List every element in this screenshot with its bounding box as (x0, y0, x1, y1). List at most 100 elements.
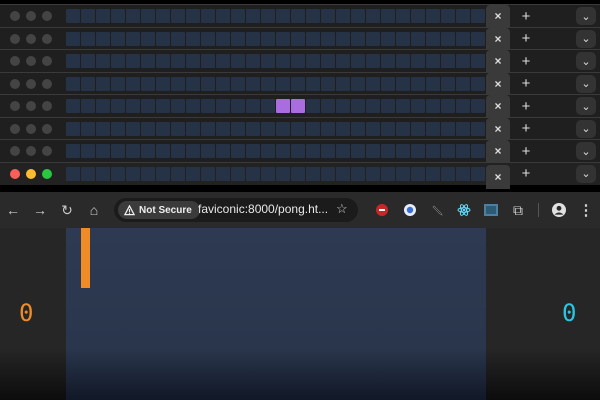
tab-tile[interactable] (441, 99, 455, 113)
close-tab-icon[interactable]: × (486, 50, 510, 72)
tab-tile[interactable] (336, 31, 350, 46)
tab-tile[interactable] (306, 54, 320, 68)
close-tab-icon[interactable]: × (486, 5, 510, 27)
tab-tile[interactable] (216, 121, 230, 136)
green-window-button[interactable] (42, 123, 52, 134)
tab-tile[interactable] (336, 76, 350, 91)
green-window-button[interactable] (42, 168, 52, 179)
tab-tile[interactable] (261, 99, 275, 113)
tab-tile[interactable] (306, 121, 320, 136)
tab-tile[interactable] (396, 99, 410, 113)
tab-tile[interactable] (321, 31, 335, 46)
green-window-button[interactable] (42, 146, 52, 156)
tab-tile[interactable] (396, 9, 410, 23)
back-icon[interactable]: ← (4, 201, 22, 219)
tab-tile[interactable] (66, 121, 80, 136)
tab-tile[interactable] (351, 144, 365, 158)
red-window-button[interactable] (10, 168, 20, 179)
tab-tile[interactable] (411, 144, 425, 158)
tab-tile[interactable] (366, 9, 380, 23)
yellow-window-button[interactable] (26, 101, 36, 111)
tab-tile[interactable] (321, 121, 335, 136)
tab-tile[interactable] (126, 31, 140, 46)
new-tab-icon[interactable]: + (518, 7, 534, 25)
tab-tile[interactable] (81, 54, 95, 68)
tab-tile[interactable] (261, 166, 275, 181)
new-tab-icon[interactable]: + (518, 75, 534, 93)
tab-tile[interactable] (66, 9, 80, 23)
tab-tile[interactable] (201, 144, 215, 158)
new-tab-icon[interactable]: + (518, 120, 534, 138)
tab-tile[interactable] (216, 31, 230, 46)
tab-tile[interactable] (336, 54, 350, 68)
tab-tile[interactable] (381, 99, 395, 113)
tab-tile[interactable] (381, 31, 395, 46)
tab-tile[interactable] (441, 31, 455, 46)
tab-tile[interactable] (246, 31, 260, 46)
tab-tile[interactable] (126, 76, 140, 91)
tab-tile[interactable] (456, 54, 470, 68)
green-window-button[interactable] (42, 78, 52, 89)
tab-search-chevron-icon[interactable]: ⌄ (576, 164, 596, 183)
tab-tile[interactable] (336, 99, 350, 113)
close-tab-icon[interactable]: × (486, 72, 510, 95)
tab-tile[interactable] (171, 144, 185, 158)
tab-tile[interactable] (381, 121, 395, 136)
tab-tile[interactable] (426, 144, 440, 158)
tab-tile[interactable] (396, 121, 410, 136)
tab-tile[interactable] (216, 144, 230, 158)
red-window-button[interactable] (10, 33, 20, 44)
tab-tile[interactable] (291, 166, 305, 181)
tab-tile[interactable] (381, 76, 395, 91)
tab-tile[interactable] (81, 76, 95, 91)
tab-tile[interactable] (471, 54, 485, 68)
tab-tile[interactable] (336, 166, 350, 181)
tab-tile[interactable] (126, 121, 140, 136)
tab-tile[interactable] (96, 144, 110, 158)
tab-tile[interactable] (231, 144, 245, 158)
tab-tile[interactable] (306, 99, 320, 113)
close-tab-icon[interactable]: × (486, 95, 510, 117)
tab-tile[interactable] (201, 76, 215, 91)
tab-tile[interactable] (156, 121, 170, 136)
tab-tile[interactable] (351, 76, 365, 91)
tab-tile[interactable] (186, 121, 200, 136)
new-tab-icon[interactable]: + (518, 142, 534, 160)
tab-tile[interactable] (291, 31, 305, 46)
tab-tile[interactable] (396, 54, 410, 68)
tab-tile[interactable] (261, 76, 275, 91)
tab-tile[interactable] (201, 9, 215, 23)
tab-tile[interactable] (291, 121, 305, 136)
tab-tile[interactable] (396, 166, 410, 181)
tab-tile[interactable] (411, 31, 425, 46)
tab-tile[interactable] (66, 54, 80, 68)
tab-tile[interactable] (231, 31, 245, 46)
close-tab-icon[interactable]: × (486, 164, 510, 189)
red-window-button[interactable] (10, 11, 20, 21)
tab-tile[interactable] (471, 166, 485, 181)
tab-tile[interactable] (66, 166, 80, 181)
tab-tile[interactable] (441, 76, 455, 91)
tab-tile[interactable] (231, 76, 245, 91)
tab-tile[interactable] (306, 166, 320, 181)
tab-tile[interactable] (276, 121, 290, 136)
tab-tile[interactable] (351, 9, 365, 23)
tab-tile[interactable] (276, 54, 290, 68)
tab-tile[interactable] (426, 54, 440, 68)
yellow-window-button[interactable] (26, 146, 36, 156)
tab-tile[interactable] (456, 9, 470, 23)
tab-tile[interactable] (96, 121, 110, 136)
tab-tile[interactable] (366, 166, 380, 181)
tab-tile[interactable] (321, 9, 335, 23)
new-tab-icon[interactable]: + (518, 52, 534, 70)
tab-tile[interactable] (216, 99, 230, 113)
green-window-button[interactable] (42, 33, 52, 44)
tab-tile[interactable] (246, 9, 260, 23)
tab-tile[interactable] (366, 76, 380, 91)
tab-tile[interactable] (291, 9, 305, 23)
tab-tile[interactable] (426, 31, 440, 46)
tab-tile[interactable] (456, 31, 470, 46)
tab-tile[interactable] (276, 166, 290, 181)
tab-tile[interactable] (126, 54, 140, 68)
tab-tile[interactable] (81, 9, 95, 23)
